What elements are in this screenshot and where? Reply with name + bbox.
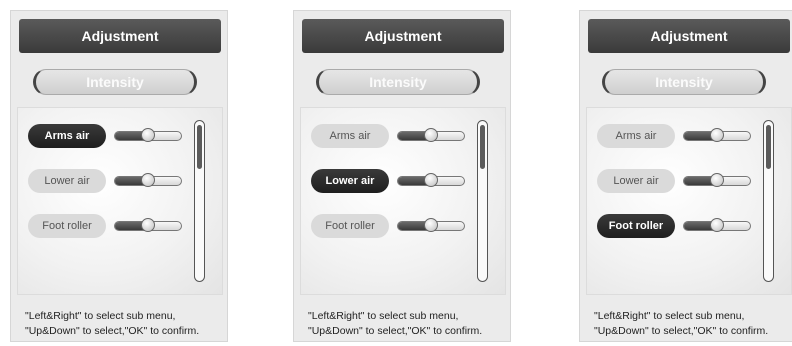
adjustment-panel-3: Adjustment Intensity Arms air Lower air … bbox=[579, 10, 792, 342]
scrollbar[interactable] bbox=[477, 120, 488, 282]
slider-knob[interactable] bbox=[141, 173, 155, 187]
arms-air-slider[interactable] bbox=[683, 128, 751, 142]
panel-title: Adjustment bbox=[588, 19, 790, 53]
scrollbar-thumb[interactable] bbox=[766, 125, 771, 169]
foot-roller-slider[interactable] bbox=[397, 218, 465, 232]
foot-roller-button[interactable]: Foot roller bbox=[597, 214, 675, 238]
help-line-2: "Up&Down" to select,"OK" to confirm. bbox=[25, 325, 200, 337]
foot-roller-slider[interactable] bbox=[683, 218, 751, 232]
lower-air-button[interactable]: Lower air bbox=[311, 169, 389, 193]
help-line-2: "Up&Down" to select,"OK" to confirm. bbox=[308, 325, 483, 337]
arms-air-button[interactable]: Arms air bbox=[28, 124, 106, 148]
help-text: "Left&Right" to select sub menu, "Up&Dow… bbox=[308, 309, 482, 339]
scrollbar-thumb[interactable] bbox=[197, 125, 202, 169]
scrollbar-thumb[interactable] bbox=[480, 125, 485, 169]
panel-title: Adjustment bbox=[302, 19, 504, 53]
intensity-tab[interactable]: Intensity bbox=[316, 69, 480, 95]
lower-air-slider[interactable] bbox=[114, 173, 182, 187]
slider-knob[interactable] bbox=[424, 218, 438, 232]
foot-roller-button[interactable]: Foot roller bbox=[28, 214, 106, 238]
adjustment-panel-1: Adjustment Intensity Arms air Lower air … bbox=[10, 10, 228, 342]
slider-knob[interactable] bbox=[141, 218, 155, 232]
scrollbar[interactable] bbox=[763, 120, 774, 282]
arms-air-button[interactable]: Arms air bbox=[597, 124, 675, 148]
help-line-2: "Up&Down" to select,"OK" to confirm. bbox=[594, 325, 769, 337]
arms-air-button[interactable]: Arms air bbox=[311, 124, 389, 148]
slider-knob[interactable] bbox=[141, 128, 155, 142]
slider-knob[interactable] bbox=[424, 173, 438, 187]
help-line-1: "Left&Right" to select sub menu, bbox=[594, 310, 745, 322]
adjustment-list: Arms air Lower air Foot roller bbox=[586, 107, 792, 295]
help-text: "Left&Right" to select sub menu, "Up&Dow… bbox=[25, 309, 199, 339]
adjustment-panel-2: Adjustment Intensity Arms air Lower air … bbox=[293, 10, 511, 342]
panel-title: Adjustment bbox=[19, 19, 221, 53]
arms-air-slider[interactable] bbox=[114, 128, 182, 142]
arms-air-slider[interactable] bbox=[397, 128, 465, 142]
foot-roller-button[interactable]: Foot roller bbox=[311, 214, 389, 238]
lower-air-button[interactable]: Lower air bbox=[28, 169, 106, 193]
slider-knob[interactable] bbox=[710, 128, 724, 142]
lower-air-button[interactable]: Lower air bbox=[597, 169, 675, 193]
help-line-1: "Left&Right" to select sub menu, bbox=[308, 310, 459, 322]
lower-air-slider[interactable] bbox=[683, 173, 751, 187]
slider-knob[interactable] bbox=[424, 128, 438, 142]
slider-knob[interactable] bbox=[710, 218, 724, 232]
slider-knob[interactable] bbox=[710, 173, 724, 187]
help-line-1: "Left&Right" to select sub menu, bbox=[25, 310, 176, 322]
lower-air-slider[interactable] bbox=[397, 173, 465, 187]
scrollbar[interactable] bbox=[194, 120, 205, 282]
adjustment-list: Arms air Lower air Foot roller bbox=[300, 107, 506, 295]
foot-roller-slider[interactable] bbox=[114, 218, 182, 232]
intensity-tab[interactable]: Intensity bbox=[602, 69, 766, 95]
adjustment-list: Arms air Lower air Foot roller bbox=[17, 107, 223, 295]
intensity-tab[interactable]: Intensity bbox=[33, 69, 197, 95]
help-text: "Left&Right" to select sub menu, "Up&Dow… bbox=[594, 309, 768, 339]
